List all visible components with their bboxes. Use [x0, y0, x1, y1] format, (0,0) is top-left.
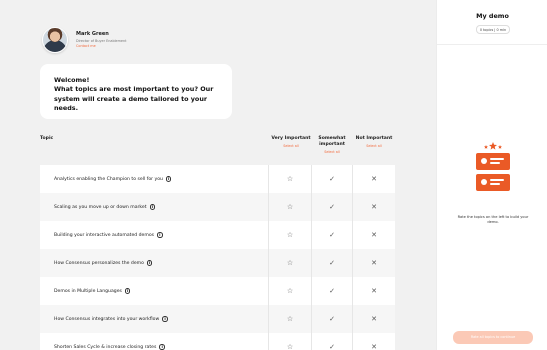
contact-link[interactable]: Contact me — [76, 44, 96, 48]
table-row: Demos in Multiple Languages i ☆ ✓ ✕ — [40, 277, 395, 305]
star-icon[interactable]: ☆ — [284, 231, 296, 239]
table-row: How Consensus integrates into your workf… — [40, 305, 395, 333]
sidebar-title: My demo — [476, 12, 509, 20]
table-row: Analytics enabling the Champion to sell … — [40, 165, 395, 193]
topic-label: How Consensus integrates into your workf… — [54, 316, 168, 322]
topic-label: Shorten Sales Cycle & increase closing r… — [54, 344, 165, 350]
avatar — [42, 27, 68, 53]
topic-column-header: Topic — [40, 136, 54, 141]
x-icon[interactable]: ✕ — [368, 231, 380, 239]
topics-table: Analytics enabling the Champion to sell … — [40, 165, 395, 350]
not-important-column-header: Not Important Select all — [349, 136, 399, 148]
table-row: Shorten Sales Cycle & increase closing r… — [40, 333, 395, 350]
check-icon[interactable]: ✓ — [326, 315, 338, 323]
info-icon[interactable]: i — [157, 232, 163, 238]
demo-card — [476, 153, 510, 170]
star-icon[interactable]: ☆ — [284, 175, 296, 183]
welcome-card: Welcome! What topics are most important … — [40, 64, 232, 119]
welcome-title: Welcome! — [54, 76, 90, 84]
check-icon[interactable]: ✓ — [326, 203, 338, 211]
demo-card — [476, 174, 510, 191]
topic-label: Building your interactive automated demo… — [54, 232, 163, 238]
info-icon[interactable]: i — [165, 176, 172, 182]
x-icon[interactable]: ✕ — [368, 203, 380, 211]
info-icon[interactable]: i — [149, 204, 156, 210]
table-row: How Consensus personalizes the demo i ☆ ✓… — [40, 249, 395, 277]
star-icon[interactable]: ☆ — [284, 343, 296, 350]
info-icon[interactable]: i — [146, 260, 153, 266]
check-icon[interactable]: ✓ — [326, 259, 338, 267]
sidebar: My demo 0 topics | 0 min Rate the topics… — [436, 0, 547, 350]
info-icon[interactable]: i — [159, 344, 165, 350]
x-icon[interactable]: ✕ — [368, 315, 380, 323]
check-icon[interactable]: ✓ — [326, 231, 338, 239]
sidebar-divider — [437, 44, 547, 45]
not-important-select-all[interactable]: Select all — [349, 144, 399, 148]
main-panel: Mark Green Director of Buyer Enablement … — [0, 0, 436, 350]
x-icon[interactable]: ✕ — [368, 343, 380, 350]
rep-name: Mark Green — [76, 31, 109, 37]
table-row: Scaling as you move up or down market i ☆… — [40, 193, 395, 221]
not-important-label: Not Important — [355, 136, 393, 141]
topic-label: How Consensus personalizes the demo i — [54, 260, 153, 266]
continue-button[interactable]: Rate all topics to continue — [453, 331, 533, 344]
topic-label: Scaling as you move up or down market i — [54, 204, 156, 210]
demo-illustration — [473, 142, 513, 206]
star-icon[interactable]: ☆ — [284, 315, 296, 323]
rep-title: Director of Buyer Enablement — [76, 38, 127, 43]
star-icon[interactable]: ☆ — [284, 203, 296, 211]
info-icon[interactable]: i — [124, 288, 131, 294]
topic-label: Demos in Multiple Languages i — [54, 288, 131, 294]
check-icon[interactable]: ✓ — [326, 343, 338, 350]
star-icon[interactable]: ☆ — [284, 287, 296, 295]
stars-icon — [484, 142, 502, 150]
star-icon[interactable]: ☆ — [284, 259, 296, 267]
sidebar-hint: Rate the topics on the left to build you… — [457, 215, 529, 225]
info-icon[interactable]: i — [162, 316, 168, 322]
x-icon[interactable]: ✕ — [368, 287, 380, 295]
topic-label: Analytics enabling the Champion to sell … — [54, 176, 172, 182]
somewhat-important-select-all[interactable]: Select all — [307, 150, 357, 154]
x-icon[interactable]: ✕ — [368, 175, 380, 183]
check-icon[interactable]: ✓ — [326, 175, 338, 183]
table-row: Building your interactive automated demo… — [40, 221, 395, 249]
x-icon[interactable]: ✕ — [368, 259, 380, 267]
welcome-body: What topics are most important to you? O… — [54, 85, 214, 112]
check-icon[interactable]: ✓ — [326, 287, 338, 295]
topics-count-badge: 0 topics | 0 min — [476, 25, 510, 34]
